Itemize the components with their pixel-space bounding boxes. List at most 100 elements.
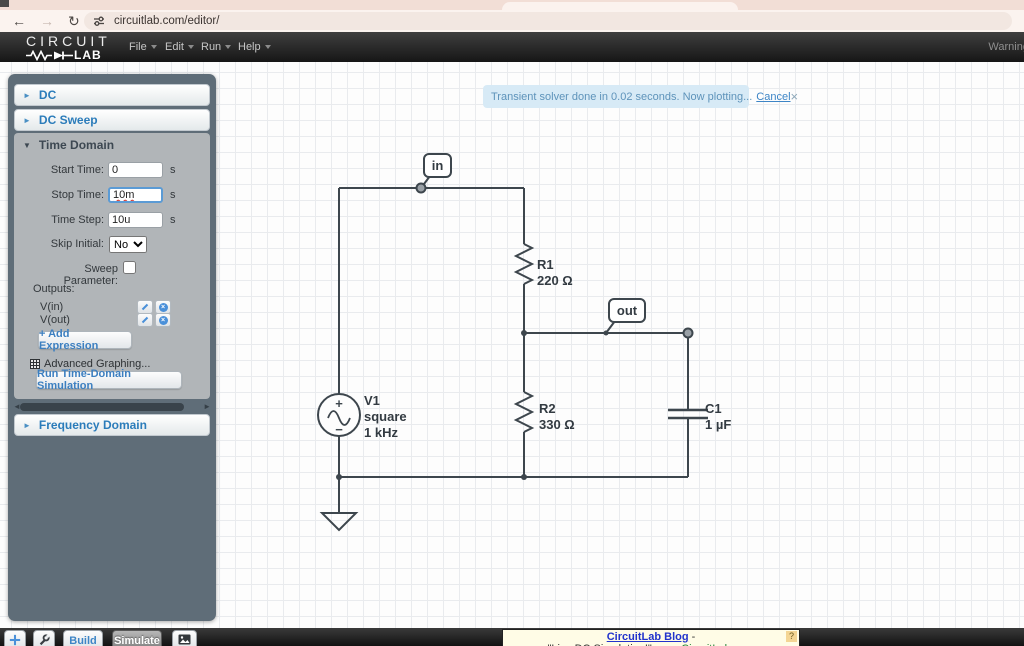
skip-initial-label: Skip Initial: — [50, 238, 104, 250]
menu-edit[interactable]: Edit — [165, 32, 194, 62]
r1-value-label: 220 Ω — [537, 273, 573, 288]
url-text[interactable]: circuitlab.com/editor/ — [114, 15, 219, 27]
ad-info-badge[interactable]: ? — [786, 631, 797, 642]
scroll-right-icon[interactable]: ► — [203, 402, 211, 412]
back-icon[interactable]: ← — [12, 12, 26, 30]
collapsed-arrow-icon: ► — [23, 115, 31, 125]
time-step-input[interactable] — [108, 212, 163, 228]
component-c1-capacitor[interactable]: C1 1 µF — [668, 401, 731, 432]
c1-name-label: C1 — [705, 401, 722, 416]
menu-help[interactable]: Help — [238, 32, 271, 62]
resistor-diode-icon — [26, 49, 73, 61]
dropdown-caret-icon — [150, 45, 157, 50]
output-row-vout: V(out) × — [14, 313, 210, 327]
v1-freq-label: 1 kHz — [364, 425, 398, 440]
app-window: ← → ↻ circuitlab.com/editor/ CIRCUIT LAB… — [0, 0, 1024, 646]
ad-dash: - — [688, 631, 696, 643]
r2-value-label: 330 Ω — [539, 417, 575, 432]
start-time-input[interactable] — [108, 162, 163, 178]
time-domain-header[interactable]: ▼ Time Domain — [14, 137, 114, 153]
window-corner — [0, 0, 9, 7]
output-row-vin: V(in) × — [14, 300, 210, 314]
warning-label: Warning: — [988, 41, 1024, 53]
circuitlab-logo[interactable]: CIRCUIT LAB — [26, 33, 118, 62]
v1-type-label: square — [364, 409, 407, 424]
remove-expression-button[interactable]: × — [155, 300, 171, 314]
add-expression-button[interactable]: + Add Expression — [38, 328, 132, 352]
sidebar-horizontal-scrollbar[interactable]: ◄ ► — [8, 402, 216, 412]
v1-name-label: V1 — [364, 393, 380, 408]
browser-tab-strip — [0, 0, 1024, 10]
start-time-label: Start Time: — [50, 164, 104, 176]
logo-text-lab: LAB — [74, 48, 102, 62]
dropdown-caret-icon — [187, 45, 194, 50]
forward-icon[interactable]: → — [40, 12, 54, 30]
component-ground[interactable] — [319, 477, 359, 532]
notification-message: Transient solver done in 0.02 seconds. N… — [491, 90, 753, 103]
dropdown-caret-icon — [264, 45, 271, 50]
edit-expression-button[interactable] — [137, 300, 153, 314]
panel-time-domain: ▼ Time Domain Start Time: s Stop Time: s… — [14, 133, 210, 399]
logo-text-circuit: CIRCUIT — [26, 33, 111, 49]
remove-x-icon: × — [158, 302, 168, 312]
start-time-unit: s — [170, 164, 176, 176]
run-time-domain-simulation-button[interactable]: Run Time-Domain Simulation — [36, 368, 182, 392]
panel-frequency-domain[interactable]: ► Frequency Domain — [14, 414, 210, 436]
pencil-icon — [141, 303, 149, 311]
source-minus-sign: − — [335, 422, 343, 437]
ad-banner[interactable]: CircuitLab Blog - "Live DC Simulation!" … — [502, 629, 800, 646]
pan-tool-button[interactable] — [4, 630, 26, 646]
sweep-parameter-checkbox[interactable] — [123, 261, 136, 274]
close-icon[interactable]: × — [791, 90, 799, 103]
node-label-out[interactable]: out — [605, 298, 694, 339]
collapsed-arrow-icon: ► — [23, 420, 31, 430]
skip-initial-select[interactable]: No — [109, 236, 147, 253]
remove-x-icon: × — [158, 315, 168, 325]
node-in-text: in — [432, 158, 444, 173]
node-label-in[interactable]: in — [415, 153, 452, 194]
export-image-button[interactable] — [172, 630, 197, 646]
collapsed-arrow-icon: ► — [23, 90, 31, 100]
browser-toolbar: ← → ↻ circuitlab.com/editor/ — [0, 10, 1024, 32]
pencil-icon — [141, 316, 149, 324]
menu-run[interactable]: Run — [201, 32, 232, 62]
outputs-label: Outputs: — [33, 283, 75, 295]
output-name: V(out) — [40, 314, 70, 326]
solver-notification: Transient solver done in 0.02 seconds. N… — [483, 85, 798, 108]
simulate-mode-button[interactable]: Simulate — [112, 630, 162, 646]
stop-time-input[interactable] — [108, 187, 163, 203]
cancel-link[interactable]: Cancel — [756, 91, 790, 103]
r2-name-label: R2 — [539, 401, 556, 416]
component-v1-voltage-source[interactable]: + − V1 square 1 kHz — [317, 393, 407, 440]
edit-expression-button[interactable] — [137, 313, 153, 327]
url-bar[interactable]: circuitlab.com/editor/ — [84, 12, 1012, 30]
r1-name-label: R1 — [537, 257, 554, 272]
time-step-unit: s — [170, 214, 176, 226]
c1-value-label: 1 µF — [705, 417, 731, 432]
scrollbar-thumb[interactable] — [20, 403, 184, 411]
app-menubar: CIRCUIT LAB File Edit Run Help Warning: — [0, 32, 1024, 62]
simulation-sidebar: ► DC ► DC Sweep ▼ Time Domain Start Time… — [8, 74, 216, 621]
menu-file[interactable]: File — [129, 32, 157, 62]
expanded-arrow-icon: ▼ — [23, 140, 31, 150]
time-step-label: Time Step: — [51, 214, 104, 226]
remove-expression-button[interactable]: × — [155, 313, 171, 327]
source-plus-sign: + — [335, 396, 343, 411]
build-mode-button[interactable]: Build — [63, 630, 103, 646]
wire-tool-button[interactable] — [33, 630, 55, 646]
image-icon — [178, 634, 191, 645]
move-cross-icon — [9, 634, 21, 646]
component-r1-resistor[interactable]: R1 220 Ω — [513, 243, 573, 288]
output-name: V(in) — [40, 301, 64, 313]
panel-dc-sweep[interactable]: ► DC Sweep — [14, 109, 210, 131]
panel-dc[interactable]: ► DC — [14, 84, 210, 106]
dropdown-caret-icon — [225, 45, 232, 50]
ad-blog-link[interactable]: CircuitLab Blog — [607, 631, 689, 643]
wrench-icon — [39, 634, 50, 646]
site-settings-icon[interactable] — [93, 15, 105, 27]
stop-time-unit: s — [170, 189, 176, 201]
reload-icon[interactable]: ↻ — [68, 12, 80, 30]
node-out-text: out — [617, 303, 638, 318]
active-tab[interactable] — [502, 2, 738, 10]
component-r2-resistor[interactable]: R2 330 Ω — [513, 391, 575, 433]
